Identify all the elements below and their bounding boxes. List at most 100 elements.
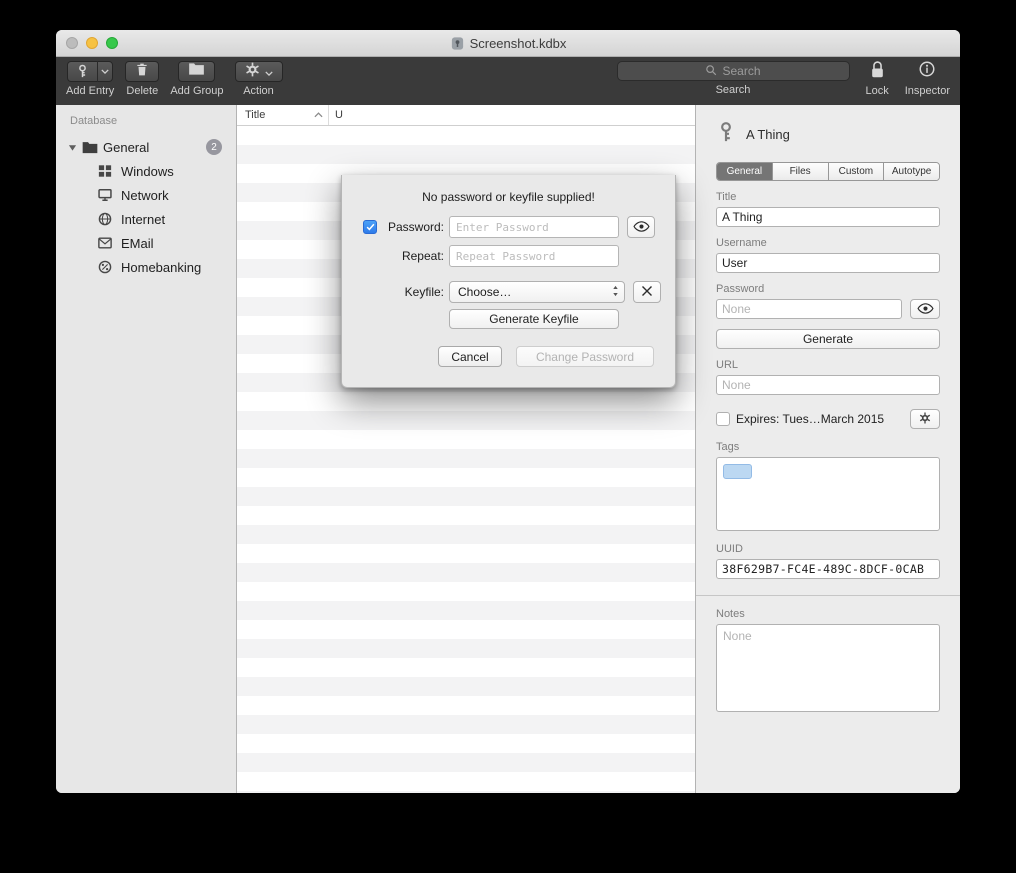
chevron-down-icon[interactable] bbox=[98, 69, 112, 74]
lock-item: Lock bbox=[866, 61, 889, 97]
tab-general[interactable]: General bbox=[717, 163, 773, 180]
titlebar[interactable]: Screenshot.kdbx bbox=[56, 30, 960, 57]
list-header: Title U bbox=[237, 105, 695, 126]
action-button[interactable] bbox=[235, 61, 283, 82]
generate-password-button[interactable]: Generate bbox=[716, 329, 940, 349]
disclosure-triangle-icon[interactable] bbox=[68, 140, 77, 155]
clear-keyfile-button[interactable] bbox=[633, 281, 661, 303]
sidebar-item-internet[interactable]: Internet bbox=[56, 207, 236, 231]
globe-icon bbox=[97, 212, 113, 226]
inspector-panel: A Thing General Files Custom Autotype Ti… bbox=[696, 105, 960, 793]
notes-label: Notes bbox=[716, 608, 940, 620]
sidebar-item-label: EMail bbox=[121, 236, 154, 251]
keyfile-label: Keyfile: bbox=[379, 285, 444, 299]
sidebar-item-network[interactable]: Network bbox=[56, 183, 236, 207]
action-label: Action bbox=[243, 85, 274, 97]
lock-label: Lock bbox=[866, 85, 889, 97]
reveal-password-button[interactable] bbox=[910, 299, 940, 319]
tag-chip[interactable] bbox=[723, 464, 752, 479]
entry-title: A Thing bbox=[746, 127, 790, 142]
sidebar-item-homebanking[interactable]: Homebanking bbox=[56, 255, 236, 279]
inspector-header: A Thing bbox=[716, 121, 940, 148]
inspector-item: Inspector bbox=[905, 61, 950, 97]
sidebar-group-general[interactable]: General 2 bbox=[56, 135, 236, 159]
uuid-field[interactable] bbox=[716, 559, 940, 579]
sidebar-item-windows[interactable]: Windows bbox=[56, 159, 236, 183]
cancel-button[interactable]: Cancel bbox=[438, 346, 502, 367]
expires-settings-button[interactable] bbox=[910, 409, 940, 429]
password-input[interactable] bbox=[449, 216, 619, 238]
notes-field[interactable] bbox=[716, 624, 940, 712]
repeat-input[interactable] bbox=[449, 245, 619, 267]
folder-plus-icon bbox=[188, 62, 205, 81]
tab-files[interactable]: Files bbox=[773, 163, 829, 180]
keyfile-dropdown[interactable]: Choose… bbox=[449, 281, 625, 303]
minimize-button[interactable] bbox=[86, 37, 98, 49]
window-title-area: Screenshot.kdbx bbox=[450, 36, 567, 51]
keyfile-value: Choose… bbox=[458, 285, 511, 299]
add-group-item: Add Group bbox=[170, 61, 223, 97]
folder-icon bbox=[82, 141, 98, 154]
url-field-label: URL bbox=[716, 359, 940, 371]
add-entry-item: Add Entry bbox=[66, 61, 114, 97]
sort-ascending-icon bbox=[314, 109, 323, 121]
delete-button[interactable] bbox=[125, 61, 159, 82]
info-icon bbox=[918, 60, 936, 83]
add-group-label: Add Group bbox=[170, 85, 223, 97]
main-content: Database General 2 Windows bbox=[56, 105, 960, 793]
key-plus-icon bbox=[68, 64, 97, 79]
username-field-label: Username bbox=[716, 237, 940, 249]
dialog-message: No password or keyfile supplied! bbox=[342, 175, 675, 216]
count-badge: 2 bbox=[206, 139, 222, 155]
add-entry-button[interactable] bbox=[67, 61, 113, 82]
close-button[interactable] bbox=[66, 37, 78, 49]
tags-box[interactable] bbox=[716, 457, 940, 531]
inspector-button[interactable] bbox=[918, 61, 936, 82]
tab-autotype[interactable]: Autotype bbox=[884, 163, 939, 180]
popup-arrows-icon bbox=[612, 285, 619, 300]
chevron-down-icon bbox=[265, 63, 273, 81]
tab-custom[interactable]: Custom bbox=[829, 163, 885, 180]
lock-button[interactable] bbox=[869, 61, 886, 82]
password-field[interactable] bbox=[716, 299, 902, 319]
eye-icon bbox=[633, 220, 650, 235]
lock-icon bbox=[869, 60, 886, 84]
column-title-label: Title bbox=[245, 109, 265, 121]
search-input[interactable]: Search bbox=[617, 61, 850, 81]
expires-checkbox[interactable] bbox=[716, 412, 730, 426]
window-title: Screenshot.kdbx bbox=[470, 36, 567, 51]
generate-keyfile-button[interactable]: Generate Keyfile bbox=[449, 309, 619, 329]
sidebar-item-label: Homebanking bbox=[121, 260, 201, 275]
url-field[interactable] bbox=[716, 375, 940, 395]
inspector-label: Inspector bbox=[905, 85, 950, 97]
sidebar-item-email[interactable]: EMail bbox=[56, 231, 236, 255]
zoom-button[interactable] bbox=[106, 37, 118, 49]
repeat-label: Repeat: bbox=[379, 249, 444, 263]
title-field-label: Title bbox=[716, 191, 940, 203]
password-row: Password: bbox=[363, 216, 675, 238]
traffic-lights bbox=[66, 37, 118, 49]
gear-icon bbox=[919, 412, 931, 427]
close-x-icon bbox=[641, 285, 653, 300]
keyfile-row: Keyfile: Choose… bbox=[363, 281, 675, 303]
repeat-row: Repeat: bbox=[363, 245, 675, 267]
trash-icon bbox=[135, 62, 149, 82]
column-header-title[interactable]: Title bbox=[237, 105, 329, 125]
reveal-password-button[interactable] bbox=[627, 216, 655, 238]
search-label: Search bbox=[716, 84, 751, 96]
sidebar-header: Database bbox=[56, 115, 236, 135]
envelope-icon bbox=[97, 237, 113, 249]
username-field[interactable] bbox=[716, 253, 940, 273]
tags-label: Tags bbox=[716, 441, 940, 453]
password-checkbox[interactable] bbox=[363, 220, 377, 234]
password-dialog: No password or keyfile supplied! Passwor… bbox=[341, 175, 676, 388]
search-item: Search Search bbox=[617, 61, 850, 96]
action-item: Action bbox=[235, 61, 283, 97]
app-window: Screenshot.kdbx Add Entry Delete bbox=[56, 30, 960, 793]
windows-icon bbox=[97, 164, 113, 178]
change-password-button[interactable]: Change Password bbox=[516, 346, 654, 367]
column-header-username[interactable]: U bbox=[329, 109, 695, 121]
sidebar: Database General 2 Windows bbox=[56, 105, 237, 793]
title-field[interactable] bbox=[716, 207, 940, 227]
add-group-button[interactable] bbox=[178, 61, 215, 82]
